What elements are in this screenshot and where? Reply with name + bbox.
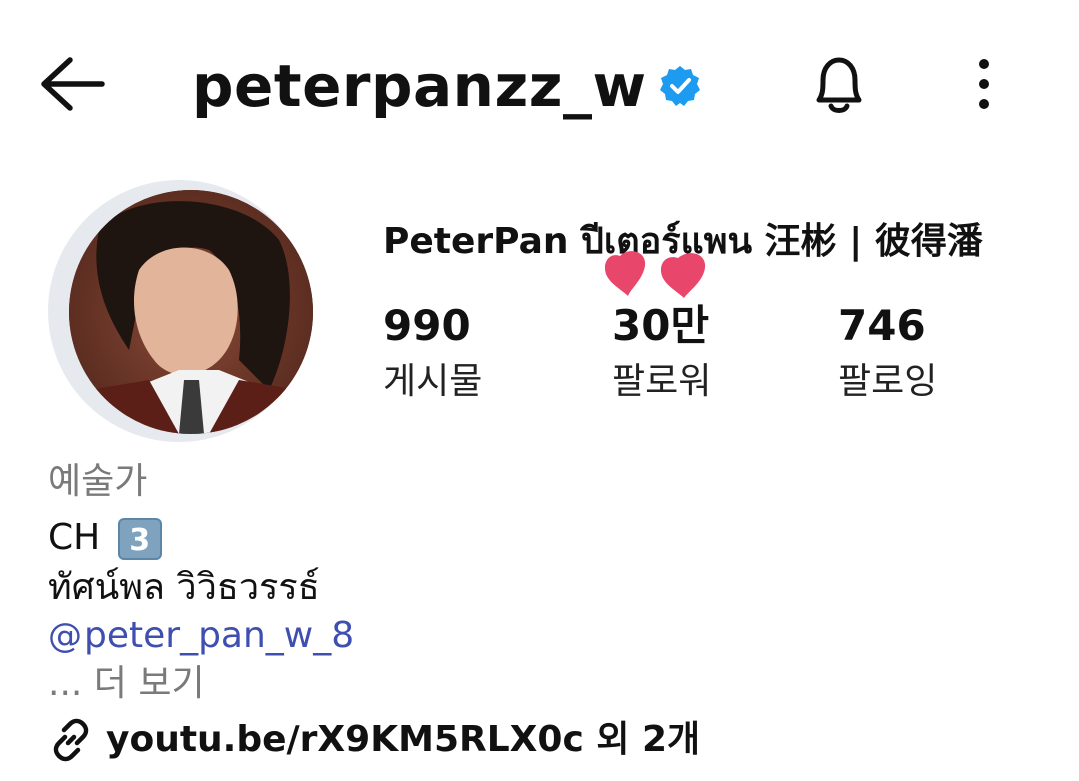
posts-label[interactable]: 게시물 — [383, 358, 482, 406]
notifications-button[interactable] — [805, 50, 873, 120]
followers-label[interactable]: 팔로워 — [612, 358, 711, 406]
posts-count[interactable]: 990 — [383, 300, 471, 352]
link-icon — [53, 718, 89, 762]
threads-icon: @ — [48, 616, 82, 656]
profile-link-text[interactable]: youtu.be/rX9KM5RLX0c 외 2개 — [106, 714, 700, 766]
bio-text: CH — [48, 517, 101, 558]
profile-username: peterpanzz_w — [192, 52, 647, 120]
bio-line: ทัศน์พล วิวิธวรรธ์ — [48, 567, 320, 608]
threads-link[interactable]: @ peter_pan_w_8 — [48, 612, 354, 660]
threads-handle: peter_pan_w_8 — [84, 615, 355, 656]
bio-more-button[interactable]: ... 더 보기 — [48, 660, 205, 708]
avatar[interactable] — [69, 190, 313, 434]
bio-line: CH 3 — [48, 514, 162, 562]
keycap-emoji: 3 — [117, 518, 162, 560]
verified-badge-icon — [658, 64, 702, 108]
profile-photo — [69, 190, 313, 434]
profile-category: 예술가 — [48, 461, 148, 502]
back-button[interactable] — [36, 52, 108, 116]
profile-links[interactable]: youtu.be/rX9KM5RLX0c 외 2개 — [48, 714, 700, 766]
followers-count[interactable]: 30만 — [612, 300, 709, 352]
more-options-button[interactable] — [966, 54, 1002, 114]
following-count[interactable]: 746 — [838, 300, 926, 352]
following-label[interactable]: 팔로잉 — [838, 358, 937, 406]
bell-icon — [816, 57, 862, 113]
heart-icon — [604, 251, 706, 298]
more-vertical-icon — [979, 59, 989, 109]
back-arrow-icon — [41, 57, 105, 111]
heart-stickers — [600, 246, 730, 306]
